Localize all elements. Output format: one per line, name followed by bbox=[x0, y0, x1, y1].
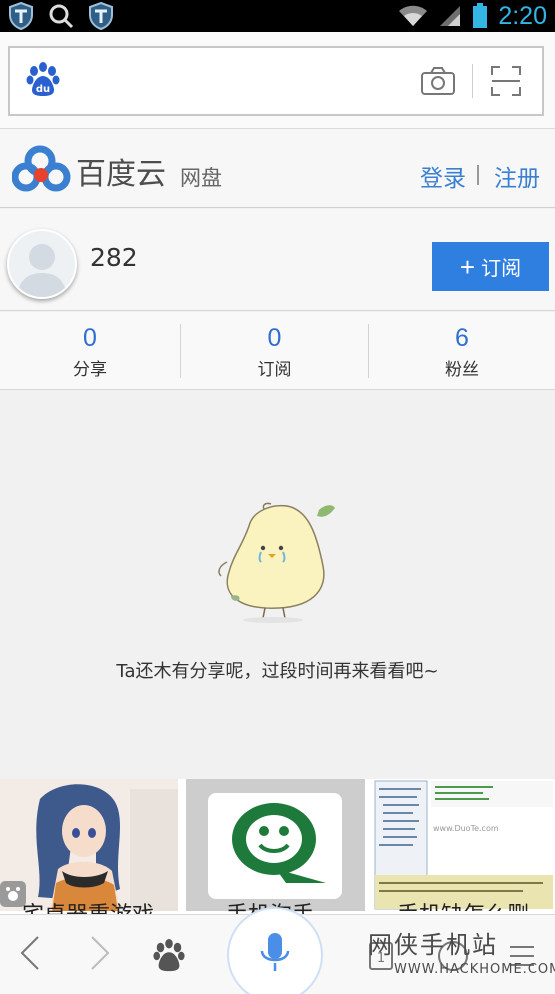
stat-value: 0 bbox=[267, 324, 282, 352]
signal-icon bbox=[440, 6, 461, 26]
thumbnail-card[interactable]: www.DuoTe.com 手机缺怎么删 bbox=[373, 779, 555, 911]
search-icon bbox=[49, 4, 74, 29]
thumbnail-card[interactable] bbox=[186, 779, 365, 911]
camera-icon[interactable] bbox=[420, 66, 456, 96]
search-bar-area: du bbox=[0, 32, 555, 128]
stat-label: 分享 bbox=[73, 360, 107, 380]
stat-value: 0 bbox=[83, 324, 97, 352]
forward-arrow-icon[interactable] bbox=[88, 933, 112, 973]
brand-name: 百度云 bbox=[76, 158, 166, 191]
stat-label: 粉丝 bbox=[445, 360, 479, 380]
username: 282 bbox=[90, 243, 138, 272]
register-link[interactable]: 注册 bbox=[494, 159, 540, 193]
subscribe-label: 订阅 bbox=[481, 258, 522, 280]
default-user-icon bbox=[17, 244, 67, 297]
watermark-en: WWW.HACKHOME.COM bbox=[394, 962, 555, 977]
browser-bottom-bar: 1 网侠手机站 WWW.HACKHOME.COM bbox=[0, 907, 555, 994]
thumbnail-caption: 手机缺怎么删 bbox=[397, 897, 555, 911]
crying-chick-illustration bbox=[218, 502, 335, 623]
empty-state: Ta还木有分享呢，过段时间再来看看吧~ bbox=[0, 391, 555, 779]
watermark-site-text: www.DuoTe.com bbox=[433, 824, 499, 833]
clock-time: 2:20 bbox=[498, 1, 547, 30]
stat-fans[interactable]: 6 粉丝 bbox=[369, 312, 555, 390]
back-arrow-icon[interactable] bbox=[18, 933, 42, 973]
plus-icon: + bbox=[459, 251, 476, 282]
avatar[interactable] bbox=[7, 229, 77, 299]
microphone-icon bbox=[260, 933, 290, 971]
stat-value: 6 bbox=[455, 324, 469, 352]
search-divider bbox=[472, 64, 473, 98]
search-input[interactable]: du bbox=[8, 46, 544, 116]
login-link[interactable]: 登录 bbox=[420, 159, 466, 193]
status-bar: 2:20 bbox=[0, 0, 555, 32]
product-name: 网盘 bbox=[180, 166, 222, 190]
baidu-cloud-logo-icon bbox=[12, 145, 71, 192]
recommended-thumbnails: www.DuoTe.com 手机缺怎么删 宅桌器重游戏 手机淘手 bbox=[0, 779, 555, 928]
status-right: 2:20 bbox=[398, 0, 547, 32]
shield-icon bbox=[9, 2, 33, 30]
baidu-cloud-header: 百度云 网盘 登录 注册 bbox=[0, 128, 555, 208]
voice-search-button[interactable] bbox=[227, 907, 323, 994]
stat-shares[interactable]: 0 分享 bbox=[0, 312, 180, 390]
site-watermark: 网侠手机站 WWW.HACKHOME.COM bbox=[368, 925, 555, 977]
watermark-cn: 网侠手机站 bbox=[368, 931, 498, 959]
stats-bar: 0 分享 0 订阅 6 粉丝 bbox=[0, 312, 555, 390]
profile-section: 282 + 订阅 bbox=[0, 209, 555, 311]
stat-label: 订阅 bbox=[257, 360, 292, 380]
status-left-icons bbox=[8, 2, 114, 30]
baidu-paw-icon[interactable] bbox=[152, 939, 186, 973]
battery-icon bbox=[473, 3, 488, 28]
stat-subscriptions[interactable]: 0 订阅 bbox=[181, 312, 368, 390]
thumbnail-card[interactable] bbox=[0, 779, 178, 911]
wifi-icon bbox=[399, 5, 428, 26]
software-window-screenshot-image: www.DuoTe.com bbox=[373, 779, 555, 911]
empty-state-message: Ta还木有分享呢，过段时间再来看看吧~ bbox=[116, 661, 439, 682]
baidu-logo-text: du bbox=[36, 84, 50, 95]
header-separator bbox=[477, 165, 479, 185]
anime-girl-image bbox=[0, 779, 178, 911]
subscribe-button[interactable]: + 订阅 bbox=[432, 242, 549, 291]
baidu-paw-icon[interactable]: du bbox=[26, 62, 60, 98]
app-screen: 2:20 du 百度云 网盘 登录 注册 282 + 订阅 0 分享 0 订阅 … bbox=[0, 0, 555, 994]
green-smiley-logo-image bbox=[186, 779, 365, 911]
scan-icon[interactable] bbox=[490, 65, 522, 97]
shield-icon bbox=[89, 2, 113, 30]
